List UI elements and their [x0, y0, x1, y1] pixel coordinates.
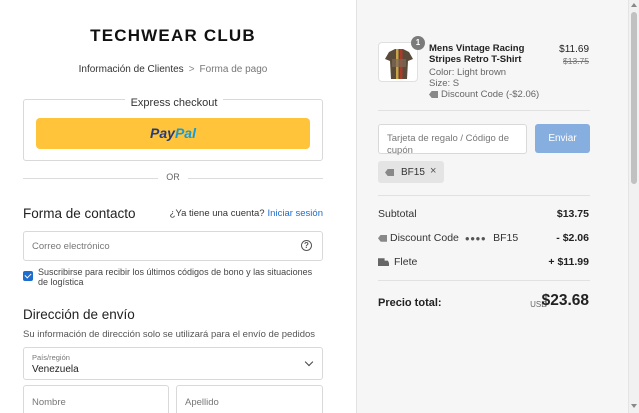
- product-title: Mens Vintage Racing Stripes Retro T-Shir…: [429, 43, 525, 65]
- subscribe-label[interactable]: Suscribirse para recibir los últimos cód…: [38, 267, 323, 287]
- product-size: Size: S: [429, 78, 460, 89]
- scrollbar-thumb[interactable]: [631, 12, 637, 184]
- tag-icon: [378, 234, 387, 242]
- summary-divider: [378, 110, 590, 111]
- discount-code: BF15: [493, 232, 519, 244]
- paypal-logo-pay: Pay: [150, 125, 175, 141]
- breadcrumb-customer-info[interactable]: Información de Clientes: [79, 64, 184, 75]
- summary-divider: [378, 195, 590, 196]
- product-original-price: $13.75: [563, 56, 589, 66]
- discount-dots: ●●●●: [464, 234, 487, 243]
- product-thumbnail: [378, 42, 418, 82]
- help-icon[interactable]: ?: [301, 240, 312, 251]
- subtotal-label: Subtotal: [378, 208, 417, 220]
- summary-divider: [378, 280, 590, 281]
- first-name-placeholder: Nombre: [32, 397, 66, 408]
- paypal-button[interactable]: PayPal: [36, 118, 310, 149]
- login-prompt: ¿Ya tiene una cuenta? Iniciar sesión: [170, 208, 323, 219]
- contact-heading: Forma de contacto: [23, 206, 136, 221]
- or-label: OR: [166, 172, 180, 182]
- last-name-placeholder: Apellido: [185, 397, 219, 408]
- discount-row: Discount Code ●●●● BF15: [378, 232, 518, 244]
- email-placeholder: Correo electrónico: [32, 241, 110, 252]
- shipping-subtitle: Su información de dirección solo se util…: [23, 329, 316, 340]
- tag-icon: [385, 169, 394, 176]
- checkout-form-panel: TECHWEAR CLUB Información de Clientes > Fo…: [0, 0, 356, 413]
- or-divider: OR: [23, 172, 323, 184]
- express-checkout-title: Express checkout: [124, 97, 224, 109]
- applied-code: BF15: [401, 167, 425, 178]
- login-link[interactable]: Iniciar sesión: [268, 208, 323, 219]
- country-select[interactable]: País/región Venezuela: [23, 347, 323, 380]
- breadcrumb: Información de Clientes > Forma de pago: [0, 64, 346, 75]
- truck-icon: [378, 258, 389, 267]
- shipping-value: + $11.99: [548, 256, 589, 268]
- shipping-heading: Dirección de envío: [23, 307, 135, 322]
- close-icon[interactable]: ×: [430, 165, 436, 177]
- product-price: $11.69: [559, 44, 589, 55]
- quantity-badge: 1: [411, 36, 425, 50]
- first-name-field[interactable]: Nombre: [23, 385, 169, 413]
- subtotal-value: $13.75: [556, 208, 589, 220]
- applied-code-chip: BF15 ×: [378, 161, 444, 183]
- country-label: País/región: [32, 353, 70, 362]
- total-value: $23.68: [541, 292, 589, 309]
- gift-card-input[interactable]: Tarjeta de regalo / Código de cupón: [378, 124, 527, 156]
- chevron-down-icon: [304, 357, 314, 367]
- total-label: Precio total:: [378, 297, 442, 309]
- scroll-up-icon[interactable]: [631, 3, 637, 7]
- discount-value: - $2.06: [556, 232, 589, 244]
- tag-icon: [429, 90, 438, 98]
- shipping-row: Flete: [378, 256, 417, 268]
- breadcrumb-separator: >: [188, 64, 195, 75]
- product-discount: Discount Code (-$2.06): [429, 89, 539, 100]
- breadcrumb-payment: Forma de pago: [199, 64, 268, 75]
- gift-card-placeholder: Tarjeta de regalo / Código de cupón: [387, 133, 509, 156]
- express-checkout-box: Express checkout PayPal: [23, 97, 323, 161]
- product-color: Color: Light brown: [429, 67, 507, 78]
- store-logo[interactable]: TECHWEAR CLUB: [0, 26, 346, 46]
- subscribe-checkbox[interactable]: [23, 271, 33, 281]
- paypal-logo-pal: Pal: [174, 125, 196, 141]
- discount-label: Discount Code: [390, 232, 459, 244]
- scroll-down-icon[interactable]: [631, 404, 637, 408]
- apply-code-button[interactable]: Enviar: [535, 124, 590, 153]
- shipping-label: Flete: [394, 256, 418, 268]
- last-name-field[interactable]: Apellido: [176, 385, 323, 413]
- order-summary-panel: 1 Mens Vintage Racing Stripes Retro T-Sh…: [356, 0, 628, 413]
- tshirt-image: [385, 49, 413, 79]
- country-value: Venezuela: [32, 364, 79, 375]
- page-scrollbar[interactable]: [628, 0, 639, 413]
- email-field[interactable]: Correo electrónico ?: [23, 231, 323, 261]
- product-discount-label: Discount Code (-$2.06): [441, 89, 540, 100]
- login-question: ¿Ya tiene una cuenta?: [169, 208, 265, 219]
